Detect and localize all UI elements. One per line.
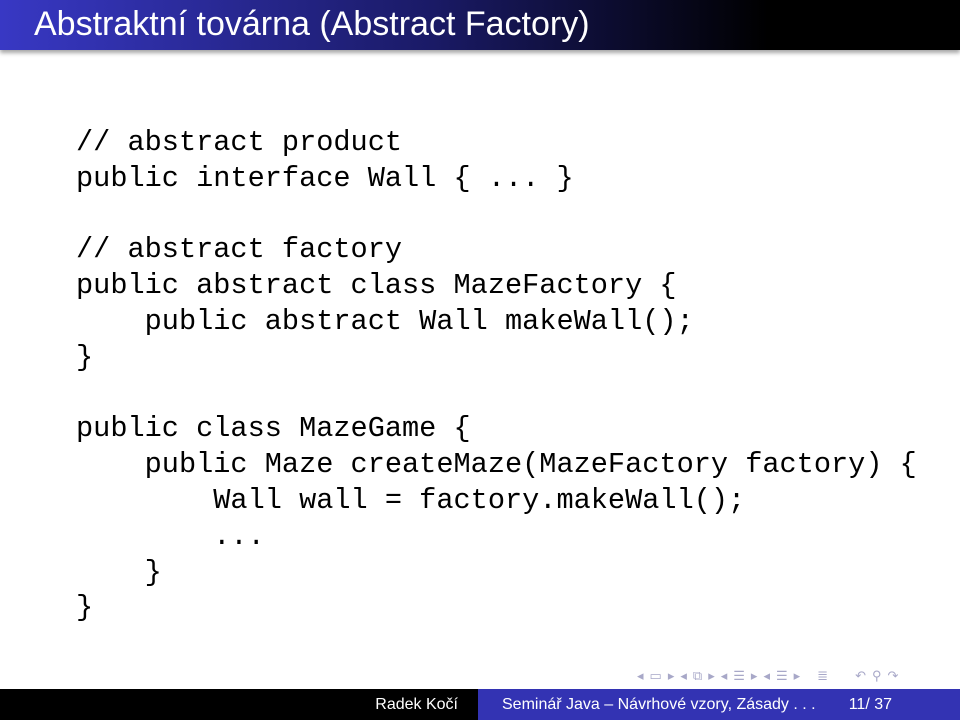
title-bar: Abstraktní továrna (Abstract Factory) — [0, 0, 960, 50]
page-number: 11/ 37 — [848, 696, 892, 713]
align-icon[interactable]: ≣ — [817, 668, 828, 684]
arrow-right-icon[interactable]: ▸ — [751, 668, 758, 684]
footer-info: Seminář Java – Návrhové vzory, Zásady . … — [478, 689, 960, 720]
arrow-right-icon[interactable]: ▸ — [708, 668, 715, 684]
code-block: // abstract product public interface Wal… — [76, 126, 917, 625]
arrow-left-icon[interactable]: ◂ — [721, 668, 728, 684]
arrow-left-icon[interactable]: ◂ — [637, 668, 644, 684]
section-icon[interactable]: ☰ — [733, 668, 745, 684]
undo-icon[interactable]: ↶ — [855, 668, 866, 684]
frame-icon[interactable]: ▭ — [650, 668, 662, 684]
beamer-navigation: ◂ ▭ ▸ ◂ ⧉ ▸ ◂ ☰ ▸ ◂ ☰ ▸ ≣ ↶ ⚲ ↷ — [634, 666, 901, 686]
footer: Radek Kočí Seminář Java – Návrhové vzory… — [0, 689, 960, 720]
arrow-left-icon[interactable]: ◂ — [680, 668, 687, 684]
arrow-right-icon[interactable]: ▸ — [794, 668, 801, 684]
slide-title: Abstraktní továrna (Abstract Factory) — [34, 5, 590, 43]
search-icon[interactable]: ⚲ — [872, 668, 882, 684]
redo-icon[interactable]: ↷ — [888, 668, 899, 684]
subsection-icon[interactable]: ⧉ — [693, 668, 702, 684]
footer-title: Seminář Java – Návrhové vzory, Zásady . … — [502, 696, 816, 713]
arrow-left-icon[interactable]: ◂ — [763, 668, 770, 684]
arrow-right-icon[interactable]: ▸ — [668, 668, 675, 684]
section-icon[interactable]: ☰ — [776, 668, 788, 684]
footer-author: Radek Kočí — [0, 689, 478, 720]
